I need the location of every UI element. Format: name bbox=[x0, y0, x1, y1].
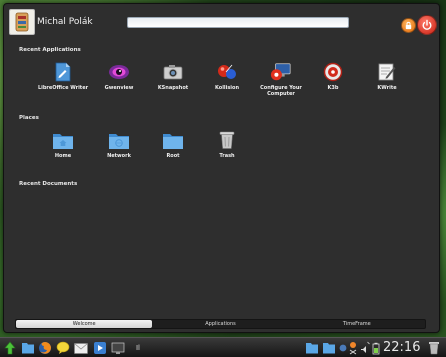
launcher-tab-bar: Welcome Applications TimeFrame bbox=[15, 319, 426, 329]
leave-power-button[interactable] bbox=[417, 15, 437, 35]
user-avatar bbox=[9, 9, 35, 35]
power-icon bbox=[422, 19, 432, 30]
taskbar-system-monitor-button[interactable] bbox=[111, 341, 125, 355]
recent-documents-list bbox=[19, 190, 427, 310]
taskbar-folder-view-1[interactable] bbox=[305, 341, 319, 355]
app-tile-kwrite[interactable]: KWrite bbox=[360, 62, 414, 91]
tray-volume[interactable] bbox=[360, 341, 370, 355]
root-folder-icon bbox=[162, 130, 184, 150]
launcher-arrow-icon bbox=[4, 341, 16, 355]
taskbar-folder-view-2[interactable] bbox=[322, 341, 336, 355]
home-folder-icon bbox=[52, 130, 74, 150]
taskbar-trash-button[interactable] bbox=[427, 341, 441, 355]
folder-icon bbox=[323, 343, 335, 354]
taskbar-chat-button[interactable] bbox=[56, 341, 70, 355]
app-tile-k3b[interactable]: K3b bbox=[306, 62, 360, 91]
chat-bubble-icon bbox=[56, 341, 70, 354]
recent-applications-heading: Recent Applications bbox=[19, 47, 81, 53]
battery-icon bbox=[372, 342, 380, 354]
play-icon bbox=[94, 342, 106, 354]
tab-timeframe[interactable]: TimeFrame bbox=[289, 320, 425, 328]
app-tile-libreoffice-writer[interactable]: LibreOffice Writer bbox=[36, 62, 90, 91]
k3b-icon bbox=[322, 62, 344, 82]
app-label: K3b bbox=[327, 85, 339, 91]
recent-documents-heading: Recent Documents bbox=[19, 181, 78, 187]
gwenview-icon bbox=[108, 62, 130, 82]
places-list: Home Network Root Trash bbox=[4, 130, 439, 166]
app-tile-gwenview[interactable]: Gwenview bbox=[92, 62, 146, 91]
app-label: KWrite bbox=[377, 85, 397, 91]
taskbar-mail-button[interactable] bbox=[74, 341, 88, 355]
speaker-icon bbox=[361, 341, 370, 353]
app-tile-kollision[interactable]: Kollision bbox=[200, 62, 254, 91]
place-label: Trash bbox=[219, 153, 235, 159]
firefox-icon bbox=[39, 342, 51, 354]
taskbar-clock[interactable]: 22:16 bbox=[383, 340, 420, 355]
recent-applications-list: LibreOffice Writer Gwenview KSnapshot Ko… bbox=[4, 62, 439, 112]
places-heading: Places bbox=[19, 115, 39, 121]
launcher-header: Michal Polák bbox=[4, 4, 439, 42]
app-label: Configure Your Computer bbox=[260, 85, 302, 97]
place-tile-root[interactable]: Root bbox=[146, 130, 200, 159]
lock-screen-button[interactable] bbox=[401, 18, 416, 33]
folder-icon bbox=[22, 343, 34, 354]
taskbar-media-player-button[interactable] bbox=[93, 341, 107, 355]
system-settings-icon bbox=[270, 62, 292, 82]
notification-icon bbox=[349, 342, 357, 355]
taskbar-files-button[interactable] bbox=[21, 341, 35, 355]
search-input[interactable] bbox=[127, 17, 349, 28]
app-label: Kollision bbox=[214, 85, 240, 91]
application-launcher-button[interactable] bbox=[3, 341, 17, 355]
kollision-icon bbox=[216, 62, 238, 82]
network-folder-icon bbox=[108, 130, 130, 150]
trash-icon bbox=[216, 130, 238, 150]
app-tile-configure-your-computer[interactable]: Configure Your Computer bbox=[254, 62, 308, 97]
tab-welcome[interactable]: Welcome bbox=[16, 320, 153, 328]
taskbar-panel: Il 22:16 bbox=[0, 337, 446, 357]
tray-network-icon[interactable] bbox=[339, 341, 347, 355]
folder-icon bbox=[306, 343, 318, 354]
active-window-initial: Il bbox=[135, 344, 140, 352]
mail-icon bbox=[74, 342, 88, 354]
user-name: Michal Polák bbox=[37, 17, 93, 27]
app-tile-ksnapshot[interactable]: KSnapshot bbox=[146, 62, 200, 91]
place-label: Home bbox=[54, 153, 72, 159]
tab-applications[interactable]: Applications bbox=[152, 320, 288, 328]
place-label: Network bbox=[107, 153, 131, 159]
place-tile-trash[interactable]: Trash bbox=[200, 130, 254, 159]
globe-icon bbox=[339, 344, 347, 352]
kwrite-icon bbox=[376, 62, 398, 82]
monitor-icon bbox=[111, 342, 125, 354]
place-tile-home[interactable]: Home bbox=[36, 130, 90, 159]
lock-icon bbox=[405, 21, 412, 30]
tray-battery[interactable] bbox=[371, 341, 381, 355]
app-label: KSnapshot bbox=[157, 85, 189, 91]
kickoff-launcher-window: Michal Polák Recent Applications LibreOf… bbox=[3, 3, 440, 333]
place-label: Root bbox=[166, 153, 180, 159]
tray-notifications[interactable] bbox=[348, 341, 358, 355]
camera-icon bbox=[162, 62, 184, 82]
taskbar-firefox-button[interactable] bbox=[38, 341, 52, 355]
place-tile-network[interactable]: Network bbox=[92, 130, 146, 159]
taskbar-active-window[interactable]: Il bbox=[131, 341, 145, 355]
trash-icon bbox=[429, 342, 439, 355]
app-label: LibreOffice Writer bbox=[37, 85, 89, 91]
app-label: Gwenview bbox=[104, 85, 134, 91]
libreoffice-writer-icon bbox=[52, 62, 74, 82]
